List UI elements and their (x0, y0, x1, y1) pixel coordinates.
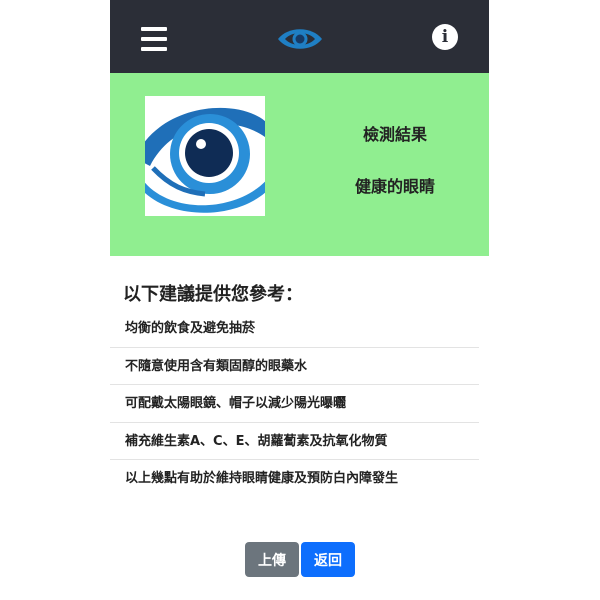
result-panel: 檢測結果 健康的眼睛 (110, 73, 489, 256)
advice-list: 均衡的飲食及避免抽菸 不隨意使用含有類固醇的眼藥水 可配戴太陽眼鏡、帽子以減少陽… (110, 310, 479, 498)
advice-item: 不隨意使用含有類固醇的眼藥水 (110, 348, 479, 385)
back-button[interactable]: 返回 (301, 542, 355, 577)
advice-item: 可配戴太陽眼鏡、帽子以減少陽光曝曬 (110, 385, 479, 423)
app-container: i 檢測結果 健康的眼睛 以下建議提供您參考： 均衡的飲食及避免抽菸 不隨意使用… (110, 0, 489, 600)
info-icon[interactable]: i (432, 24, 458, 50)
upload-button[interactable]: 上傳 (245, 542, 299, 577)
navbar: i (110, 0, 489, 73)
result-title: 檢測結果 (362, 125, 427, 144)
advice-item: 均衡的飲食及避免抽菸 (110, 310, 479, 348)
result-value: 健康的眼睛 (354, 177, 435, 196)
advice-heading: 以下建議提供您參考： (123, 284, 303, 305)
hamburger-menu-icon[interactable] (141, 27, 167, 51)
eye-logo-icon[interactable] (276, 25, 324, 53)
eye-image (145, 96, 265, 216)
advice-item: 補充維生素A、C、E、胡蘿蔔素及抗氧化物質 (110, 423, 479, 460)
advice-item: 以上幾點有助於維持眼睛健康及預防白內障發生 (125, 471, 399, 486)
